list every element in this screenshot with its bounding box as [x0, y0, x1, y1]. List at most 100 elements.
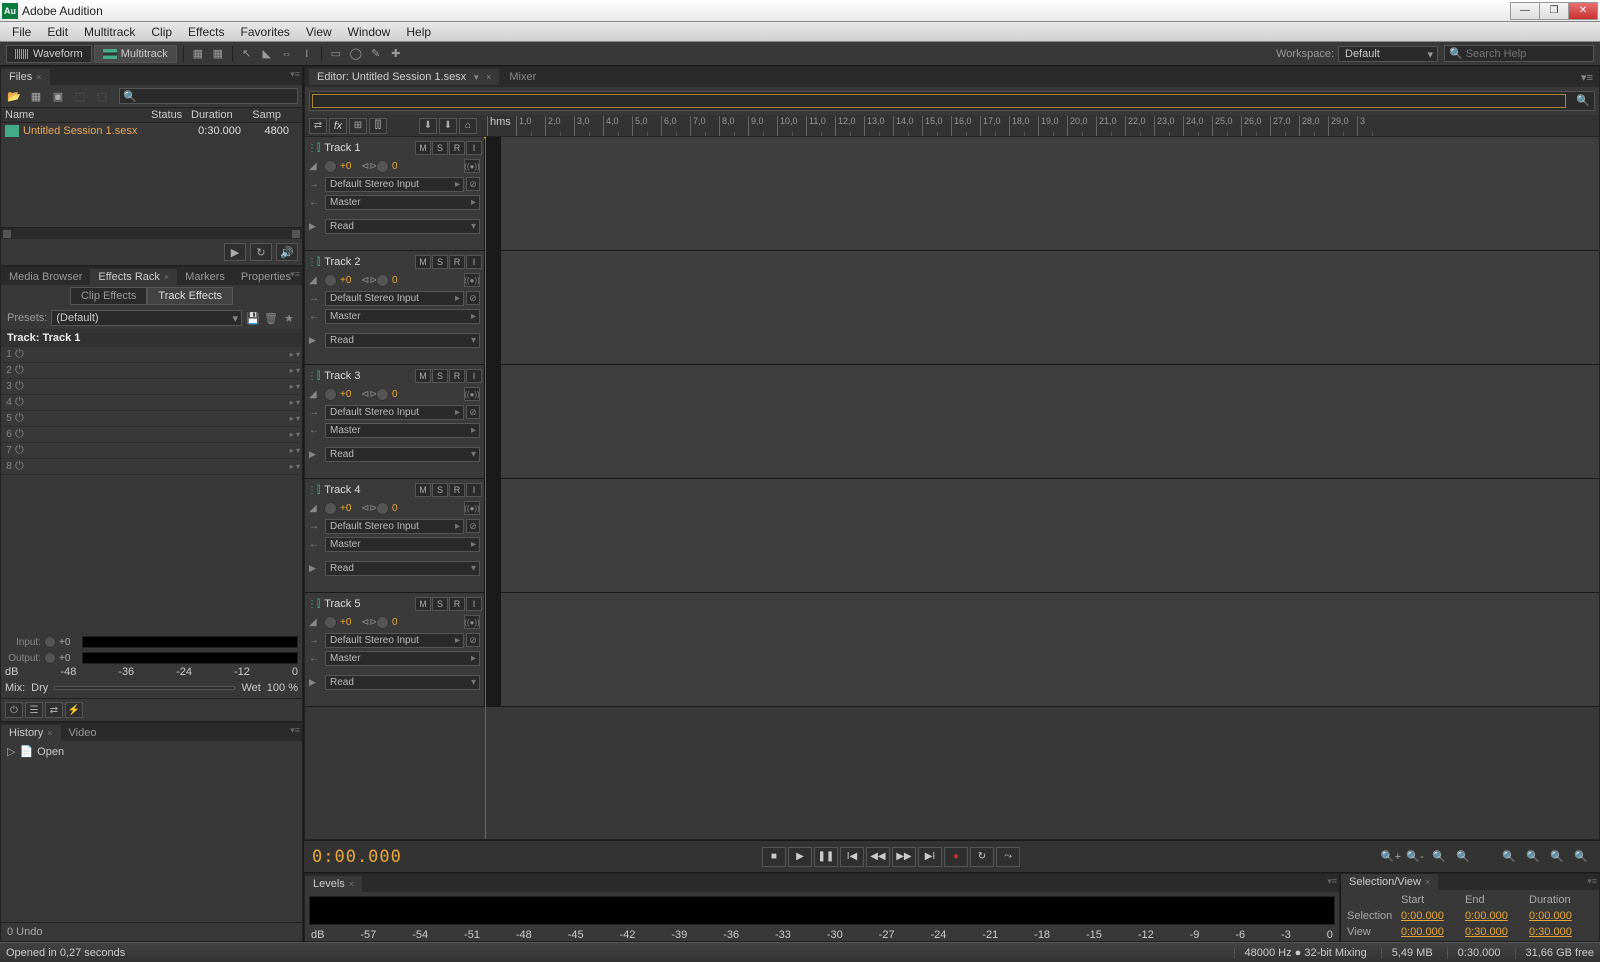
files-columns[interactable]: Name Status Duration Samp — [1, 107, 302, 123]
filter-icon[interactable]: ⬚ — [71, 88, 89, 104]
properties-tab[interactable]: Properties — [233, 269, 299, 285]
fx-list-icon[interactable]: ☰ — [25, 702, 43, 718]
rewind-start-button[interactable]: I◀ — [840, 847, 864, 867]
phase-icon[interactable]: ((●)) — [464, 273, 480, 287]
minimize-button[interactable]: — — [1510, 2, 1540, 20]
fx-icon[interactable]: fx — [329, 118, 347, 134]
power-icon[interactable]: ⏻ — [15, 412, 29, 426]
power-icon[interactable]: ⏻ — [15, 428, 29, 442]
arm-record-button[interactable]: R — [449, 483, 465, 497]
play-button[interactable]: ▶ — [788, 847, 812, 867]
power-icon[interactable]: ⏻ — [15, 396, 29, 410]
track-drag-icon[interactable]: ⋮⫿ — [307, 485, 320, 496]
menu-view[interactable]: View — [298, 23, 340, 41]
zoom-in-icon[interactable]: 🔍+ — [1380, 848, 1402, 866]
track-input-select[interactable]: Default Stereo Input — [325, 633, 464, 648]
automation-expand-icon[interactable]: ▶ — [309, 221, 323, 232]
heal-tool-icon[interactable]: ✚ — [387, 45, 405, 63]
maximize-button[interactable]: ❐ — [1539, 2, 1569, 20]
zoom-reset-icon[interactable]: 🔍 — [1546, 848, 1568, 866]
menu-clip[interactable]: Clip — [143, 23, 180, 41]
mute-button[interactable]: M — [415, 255, 431, 269]
zoom-sel-icon[interactable]: 🔍 — [1452, 848, 1474, 866]
mute-button[interactable]: M — [415, 369, 431, 383]
col-name[interactable]: Name — [1, 109, 151, 121]
panel-menu-icon[interactable]: ▾≡ — [1587, 876, 1597, 887]
time-select-tool-icon[interactable]: I — [298, 45, 316, 63]
fx-lightning-icon[interactable]: ⚡ — [65, 702, 83, 718]
volume-value[interactable]: +0 — [340, 503, 358, 514]
files-search[interactable]: 🔍 — [119, 88, 298, 104]
rewind-button[interactable]: ◀◀ — [866, 847, 890, 867]
track-name[interactable]: Track 4 — [322, 484, 413, 496]
sv-view-start[interactable]: 0:00.000 — [1401, 926, 1465, 938]
track-output-select[interactable]: Master — [325, 309, 480, 324]
mute-button[interactable]: M — [415, 141, 431, 155]
track-content[interactable] — [501, 593, 1599, 706]
presets-select[interactable]: (Default) — [51, 310, 242, 326]
automation-expand-icon[interactable]: ▶ — [309, 335, 323, 346]
close-icon[interactable]: × — [349, 879, 354, 889]
selection-view-tab[interactable]: Selection/View× — [1341, 874, 1438, 890]
send-icon[interactable]: ⊞ — [349, 118, 367, 134]
power-icon[interactable]: ⏻ — [15, 348, 29, 362]
arm-record-button[interactable]: R — [449, 597, 465, 611]
file-row[interactable]: Untitled Session 1.sesx 0:30.000 4800 — [1, 123, 302, 139]
col-sample[interactable]: Samp — [241, 109, 281, 121]
mix-slider[interactable] — [54, 686, 235, 690]
phase-icon[interactable]: ((●)) — [464, 387, 480, 401]
fx-slot[interactable]: 6⏻▸ ▾ — [1, 427, 302, 443]
col-status[interactable]: Status — [151, 109, 191, 121]
power-icon[interactable]: ⏻ — [15, 380, 29, 394]
track-output-select[interactable]: Master — [325, 537, 480, 552]
search-help-field[interactable]: 🔍 — [1444, 45, 1594, 62]
delete-preset-icon[interactable]: 🗑 — [264, 311, 278, 325]
automation-expand-icon[interactable]: ▶ — [309, 449, 323, 460]
solo-button[interactable]: S — [432, 483, 448, 497]
stop-button[interactable]: ■ — [762, 847, 786, 867]
solo-button[interactable]: S — [432, 141, 448, 155]
zoom-out-icon[interactable]: 🔍- — [1404, 848, 1426, 866]
power-icon[interactable]: ⏻ — [15, 460, 29, 474]
sv-view-dur[interactable]: 0:30.000 — [1529, 926, 1593, 938]
output-gain-knob[interactable] — [44, 652, 56, 664]
slip-tool-icon[interactable]: ⇔ — [278, 45, 296, 63]
timecode[interactable]: 0:00.000 — [312, 847, 402, 867]
play-preview-icon[interactable]: ▶ — [224, 243, 246, 261]
multitrack-mode-button[interactable]: Multitrack — [94, 45, 177, 63]
solo-button[interactable]: S — [432, 597, 448, 611]
fx-slot[interactable]: 1⏻▸ ▾ — [1, 347, 302, 363]
forward-button[interactable]: ▶▶ — [892, 847, 916, 867]
track-output-select[interactable]: Master — [325, 651, 480, 666]
sv-sel-start[interactable]: 0:00.000 — [1401, 910, 1465, 922]
fx-slot[interactable]: 3⏻▸ ▾ — [1, 379, 302, 395]
snap-icon[interactable]: ⬇ — [419, 118, 437, 134]
volume-value[interactable]: +0 — [340, 617, 358, 628]
pause-button[interactable]: ❚❚ — [814, 847, 838, 867]
loop-button[interactable]: ↻ — [970, 847, 994, 867]
sv-sel-end[interactable]: 0:00.000 — [1465, 910, 1529, 922]
chevron-right-icon[interactable]: ▸ ▾ — [290, 446, 300, 455]
media-browser-tab[interactable]: Media Browser — [1, 269, 90, 285]
volume-value[interactable]: +0 — [340, 275, 358, 286]
pan-knob[interactable] — [376, 388, 389, 401]
favorite-icon[interactable]: ★ — [282, 311, 296, 325]
track-content[interactable] — [501, 479, 1599, 592]
chevron-right-icon[interactable]: ▸ ▾ — [290, 462, 300, 471]
fx-slot[interactable]: 4⏻▸ ▾ — [1, 395, 302, 411]
search-input[interactable] — [1466, 48, 1589, 60]
timeline-overview[interactable]: 🔍 — [309, 91, 1595, 111]
track-name[interactable]: Track 2 — [322, 256, 413, 268]
volume-knob[interactable] — [324, 388, 337, 401]
eq-icon[interactable]: ⫿⫿ — [369, 118, 387, 134]
arm-record-button[interactable]: R — [449, 369, 465, 383]
pan-value[interactable]: 0 — [392, 275, 410, 286]
files-scrollbar[interactable] — [1, 227, 302, 239]
autoplay-icon[interactable]: 🔊 — [276, 243, 298, 261]
files-tab[interactable]: Files× — [1, 69, 50, 85]
menu-help[interactable]: Help — [398, 23, 439, 41]
skip-button[interactable]: ⤳ — [996, 847, 1020, 867]
input-options-icon[interactable]: ⊘ — [466, 519, 480, 533]
editor-tab[interactable]: Editor: Untitled Session 1.sesx ▼ × — [309, 69, 499, 85]
close-icon[interactable]: × — [486, 72, 491, 82]
